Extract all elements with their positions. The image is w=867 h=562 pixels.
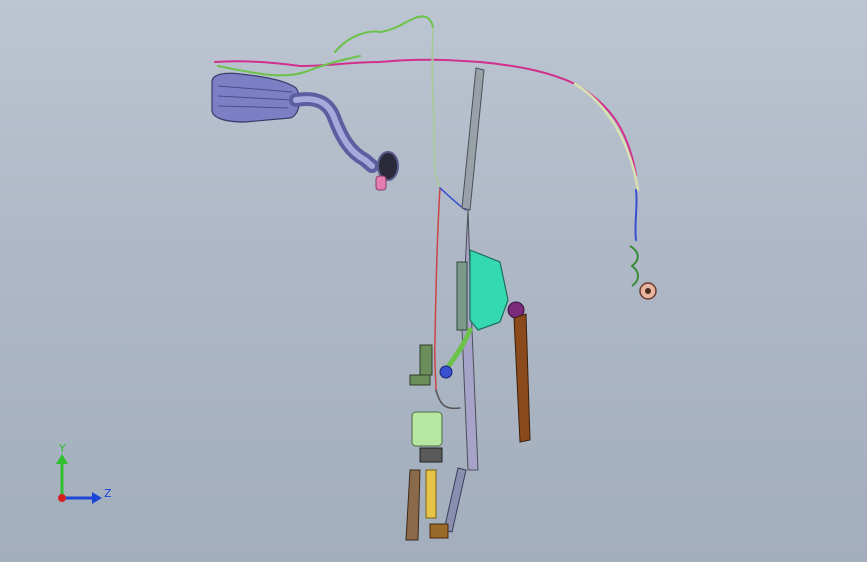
intake-assembly[interactable] bbox=[211, 72, 399, 191]
cad-viewport[interactable]: Y Z bbox=[0, 0, 867, 562]
wiper-blade[interactable] bbox=[513, 313, 531, 443]
y-axis-label: Y bbox=[58, 442, 66, 455]
connector-coil[interactable] bbox=[629, 245, 657, 300]
z-axis-label: Z bbox=[104, 487, 112, 500]
coordinate-triad bbox=[56, 454, 102, 504]
